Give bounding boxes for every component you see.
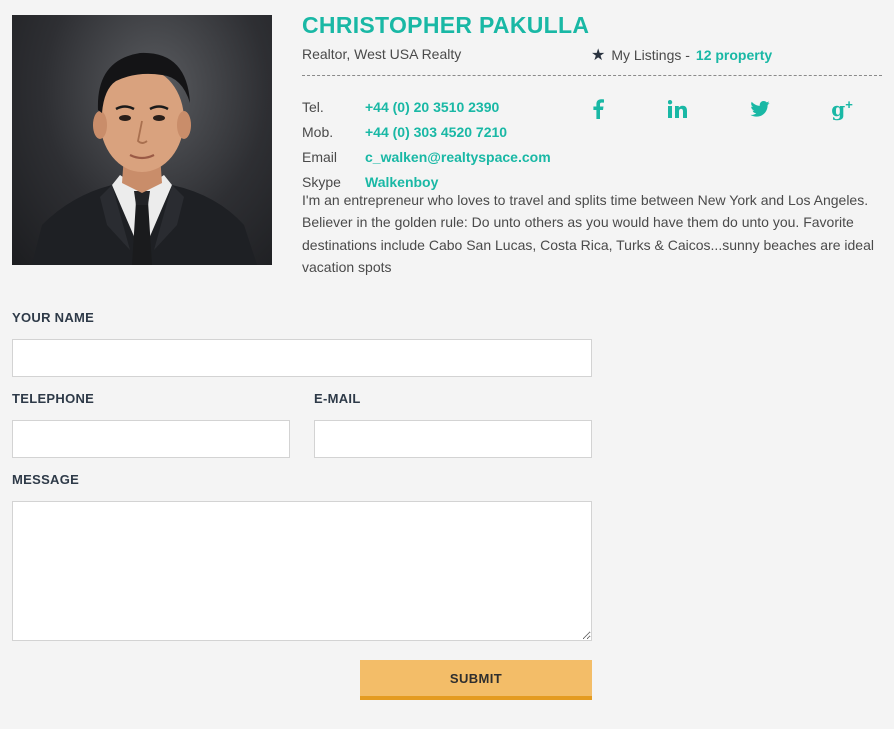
agent-role: Realtor, West USA Realty [302, 46, 462, 62]
header-divider [302, 75, 882, 76]
agent-name: CHRISTOPHER PAKULLA [302, 12, 590, 38]
telephone-link[interactable]: +44 (0) 20 3510 2390 [365, 99, 499, 115]
listings-count[interactable]: 12 property [696, 47, 772, 63]
contact-row-mob: Mob. +44 (0) 303 4520 7210 [302, 119, 551, 144]
email-label: E-MAIL [314, 391, 361, 406]
your-name-input[interactable] [12, 339, 592, 377]
google-plus-icon[interactable]: g + [827, 96, 857, 122]
contact-row-email: Email c_walken@realtyspace.com [302, 144, 551, 169]
my-listings-link[interactable]: ★ My Listings - 12 property [591, 45, 772, 65]
twitter-icon[interactable] [745, 96, 775, 122]
skype-link[interactable]: Walkenboy [365, 174, 438, 190]
agent-photo [12, 15, 272, 265]
social-links: g + [580, 96, 880, 122]
contact-details: Tel. +44 (0) 20 3510 2390 Mob. +44 (0) 3… [302, 94, 551, 194]
contact-label: Mob. [302, 123, 334, 140]
message-textarea[interactable] [12, 501, 592, 641]
agent-bio: I'm an entrepreneur who loves to travel … [302, 192, 874, 275]
telephone-label: TELEPHONE [12, 391, 95, 406]
telephone-input[interactable] [12, 420, 290, 458]
facebook-icon[interactable] [583, 96, 613, 122]
your-name-label: YOUR NAME [12, 310, 95, 325]
email-input[interactable] [314, 420, 592, 458]
contact-label: Skype [302, 173, 341, 190]
message-label: MESSAGE [12, 472, 80, 487]
contact-row-tel: Tel. +44 (0) 20 3510 2390 [302, 94, 551, 119]
star-icon: ★ [591, 47, 606, 64]
contact-label: Tel. [302, 98, 324, 115]
linkedin-icon[interactable] [662, 96, 692, 122]
mobile-link[interactable]: +44 (0) 303 4520 7210 [365, 124, 507, 140]
submit-button[interactable]: SUBMIT [360, 660, 592, 700]
listings-label: My Listings - [611, 47, 690, 63]
contact-label: Email [302, 148, 338, 165]
email-link[interactable]: c_walken@realtyspace.com [365, 149, 551, 165]
